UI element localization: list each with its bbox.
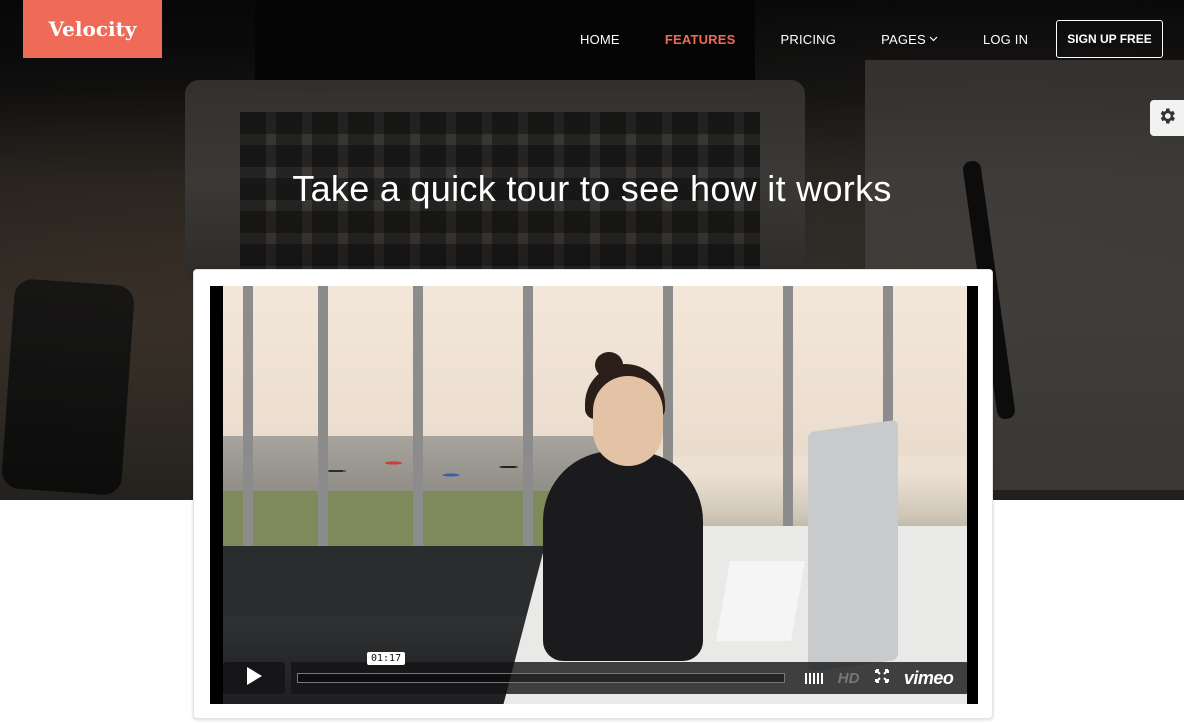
page: Velocity HOME FEATURES PRICING PAGES LOG… bbox=[0, 0, 1184, 724]
video-scene-cars bbox=[313, 451, 543, 491]
vimeo-logo[interactable]: vimeo bbox=[904, 668, 954, 689]
progress-area: 01:17 bbox=[291, 652, 791, 694]
keyboard bbox=[715, 561, 806, 641]
right-controls: HD vimeo bbox=[791, 662, 967, 694]
nav-item-login[interactable]: LOG IN bbox=[983, 32, 1028, 47]
hero-headline: Take a quick tour to see how it works bbox=[292, 168, 892, 209]
progress-bar[interactable] bbox=[297, 673, 785, 683]
monitor bbox=[808, 419, 898, 673]
timecode: 01:17 bbox=[367, 652, 406, 665]
nav-item-pages-label: PAGES bbox=[881, 31, 926, 47]
window-frame bbox=[243, 286, 253, 586]
nav-item-pricing[interactable]: PRICING bbox=[781, 32, 837, 47]
window-frame bbox=[523, 286, 533, 586]
main-nav: HOME FEATURES PRICING PAGES LOG IN bbox=[580, 20, 1073, 58]
signup-button[interactable]: SIGN UP FREE bbox=[1056, 20, 1163, 58]
chevron-down-icon bbox=[929, 34, 938, 44]
gear-icon bbox=[1157, 106, 1177, 131]
play-button[interactable] bbox=[223, 662, 285, 694]
hd-toggle[interactable]: HD bbox=[838, 670, 860, 687]
person-head bbox=[593, 376, 663, 466]
brand-logo[interactable]: Velocity bbox=[23, 0, 162, 58]
nav-item-features[interactable]: FEATURES bbox=[665, 32, 736, 47]
person-body bbox=[543, 451, 703, 661]
fullscreen-icon[interactable] bbox=[874, 668, 889, 688]
video-card: 01:17 HD vimeo bbox=[193, 269, 993, 719]
volume-icon[interactable] bbox=[804, 672, 823, 684]
video-frame[interactable] bbox=[223, 286, 967, 704]
play-icon bbox=[245, 666, 263, 691]
video-player[interactable]: 01:17 HD vimeo bbox=[210, 286, 978, 704]
video-controls: 01:17 HD vimeo bbox=[223, 652, 967, 694]
window-frame bbox=[413, 286, 423, 586]
nav-item-home[interactable]: HOME bbox=[580, 32, 620, 47]
settings-toggle[interactable] bbox=[1150, 100, 1184, 136]
nav-item-pages[interactable]: PAGES bbox=[881, 32, 938, 47]
window-frame bbox=[318, 286, 328, 586]
